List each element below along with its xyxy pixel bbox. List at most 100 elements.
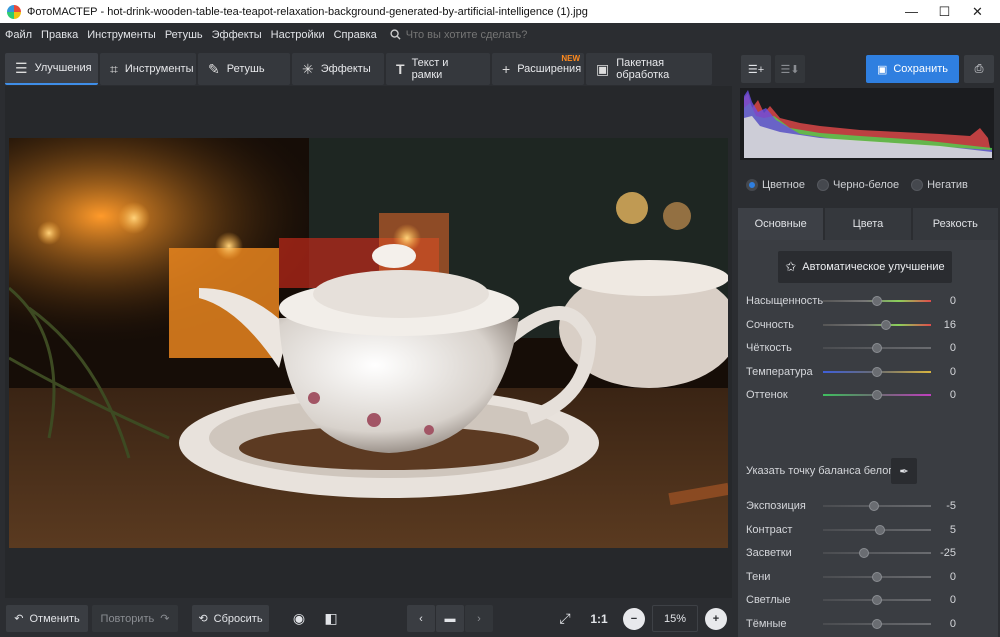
zoom-in-icon: + [712,613,720,625]
histogram-graph [744,90,992,158]
slider-knob[interactable] [872,618,882,629]
reset-icon: ⟲ [198,613,208,625]
radio-label: Негатив [927,179,968,191]
tab-basic[interactable]: Основные [738,208,824,240]
tab-label: Инструменты [124,63,194,75]
compare-button[interactable]: ◧ [316,605,346,632]
eye-icon: ◉ [292,610,306,626]
new-badge: NEW [561,54,580,63]
slider-knob[interactable] [868,501,879,511]
zoom-1-1-label: 1:1 [590,611,608,626]
plus-icon: + [502,61,511,77]
undo-button[interactable]: ↶ Отменить [6,605,88,632]
magic-wand-icon: ✳ [302,60,314,77]
zoom-out-button[interactable]: − [623,608,645,630]
title-bar: ФотоМАСТЕР - hot-drink-wooden-table-tea-… [0,0,1000,23]
open-folder-button[interactable]: ▬ [436,605,464,632]
color-mode-group: Цветное Черно-белое Негатив [746,179,980,191]
slider-knob[interactable] [872,343,882,353]
slider-track[interactable] [823,323,931,326]
slider-value: -25 [940,547,956,559]
slider-knob[interactable] [872,366,882,377]
slider-knob[interactable] [872,595,882,605]
app-logo-icon [7,4,21,19]
menu-search [390,28,556,41]
menu-retouch[interactable]: Ретушь [165,29,203,41]
menu-file[interactable]: Файл [5,29,32,41]
tab-effects[interactable]: ✳ Эффекты [292,53,384,85]
auto-enhance-label: Автоматическое улучшение [802,261,945,273]
minimize-button[interactable]: — [895,0,928,23]
preview-eye-button[interactable]: ◉ [284,605,314,632]
tab-tools[interactable]: ⌗ Инструменты [100,53,196,85]
print-button[interactable]: ⎙ [964,55,994,83]
slider-row: Засветки -25 [746,545,996,561]
tab-label: Улучшения [34,62,92,74]
next-image-button[interactable]: › [465,605,493,632]
menu-effects[interactable]: Эффекты [212,29,262,41]
menu-settings[interactable]: Настройки [271,29,325,41]
maximize-button[interactable]: ☐ [928,0,961,23]
slider-value: 0 [949,617,956,630]
slider-track[interactable] [823,552,931,554]
prev-image-button[interactable]: ‹ [407,605,435,632]
save-label: Сохранить [893,63,949,75]
slider-row: Тёмные 0 [746,616,996,632]
tab-enhancements[interactable]: ☰ Улучшения [5,53,98,85]
reset-button[interactable]: ⟲ Сбросить [192,605,269,632]
print-icon: ⎙ [974,62,984,75]
redo-button[interactable]: Повторить ↷ [92,605,178,632]
menu-help[interactable]: Справка [334,29,377,41]
auto-enhance-button[interactable]: ✩ Автоматическое улучшение [778,251,952,283]
photo-preview[interactable] [9,138,728,548]
radio-negative[interactable]: Негатив [911,179,968,191]
slider-label: Тёмные [746,617,787,630]
slider-label: Светлые [746,594,791,606]
redo-icon: ↷ [160,613,170,625]
tab-colors[interactable]: Цвета [825,208,911,240]
chevron-right-icon: › [477,612,481,625]
presets-history-button[interactable]: ☰⬇ [775,55,805,83]
settings-tabs: Основные Цвета Резкость [738,208,998,240]
eyedropper-button[interactable]: ✒ [891,458,917,484]
slider-row: Оттенок 0 [746,387,996,403]
add-preset-button[interactable]: ☰+ [741,55,771,83]
close-button[interactable]: ✕ [961,0,994,23]
tab-sharpness[interactable]: Резкость [912,208,998,240]
radio-black-white[interactable]: Черно-белое [816,179,899,191]
tab-batch[interactable]: ▣ Пакетная обработка [586,53,712,85]
redo-label: Повторить [100,612,155,625]
fit-screen-button[interactable]: ⤢ [552,605,578,632]
settings-panel: ✩ Автоматическое улучшение Насыщенность 0 С… [738,240,998,637]
save-button[interactable]: ▣ Сохранить [866,55,959,83]
slider-label: Сочность [746,318,795,331]
radio-color[interactable]: Цветное [746,179,805,191]
slider-knob[interactable] [859,548,870,558]
slider-knob[interactable] [872,571,882,582]
slider-knob[interactable] [880,319,891,330]
zoom-level[interactable]: 15% [652,605,698,632]
zoom-in-button[interactable]: + [705,608,727,630]
slider-knob[interactable] [872,296,882,306]
tab-retouch[interactable]: ✎ Ретушь [198,53,290,85]
tab-label: Текст и рамки [411,57,449,81]
slider-label: Оттенок [746,389,788,401]
menu-tools[interactable]: Инструменты [87,29,156,41]
radio-dot [746,179,758,191]
right-panel: ☰+ ☰⬇ ▣ Сохранить ⎙ Цветное Черно-белое Н… [736,46,1000,637]
slider-label: Контраст [746,523,793,536]
search-input[interactable] [405,28,556,41]
tab-text-frames[interactable]: T Текст и рамки [386,53,490,85]
slider-knob[interactable] [872,390,882,400]
chevron-left-icon: ‹ [419,612,423,625]
tab-extensions[interactable]: + Расширения NEW [492,53,584,85]
zoom-1-1-button[interactable]: 1:1 [585,605,613,632]
slider-row: Насыщенность 0 [746,293,996,309]
slider-knob[interactable] [875,524,886,535]
teapot-photo [9,138,728,548]
menu-edit[interactable]: Правка [41,29,78,41]
reset-label: Сбросить [213,612,263,625]
tab-label: Эффекты [320,63,371,75]
slider-row: Экспозиция -5 [746,498,996,514]
slider-value: 0 [949,570,956,583]
